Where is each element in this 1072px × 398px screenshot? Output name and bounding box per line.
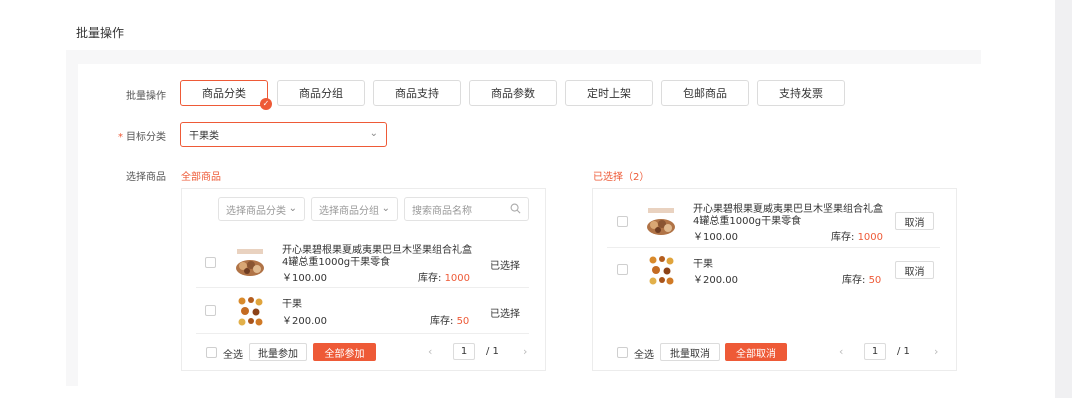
next-page-icon[interactable]: › <box>934 345 938 358</box>
selected-status: 已选择 <box>490 309 520 320</box>
select-all-label: 全选 <box>223 350 243 361</box>
op-tab-group[interactable]: 商品分组 <box>277 80 365 106</box>
prev-page-icon[interactable]: ‹ <box>839 345 843 358</box>
cancel-item-button[interactable]: 取消 <box>895 212 934 230</box>
product-thumbnail-nuts-giftbox <box>645 205 677 237</box>
product-thumbnail-nuts-giftbox <box>234 246 266 278</box>
op-tab-label: 商品支持 <box>395 87 439 100</box>
product-name: 干果 <box>693 259 713 270</box>
op-tab-label: 定时上架 <box>587 87 631 100</box>
check-icon: ✓ <box>260 98 272 110</box>
stock-value: 50 <box>456 316 470 327</box>
item-checkbox[interactable] <box>205 257 216 268</box>
product-stock: 库存: 50 <box>430 312 469 327</box>
prev-page-icon[interactable]: ‹ <box>428 345 432 358</box>
op-tab-label: 支持发票 <box>779 87 823 100</box>
op-tab-scheduled[interactable]: 定时上架 <box>565 80 653 106</box>
cancel-all-button[interactable]: 全部取消 <box>725 343 787 361</box>
op-tab-label: 商品分类 <box>202 87 246 100</box>
page-input[interactable]: 1 <box>453 343 475 360</box>
product-name: 干果 <box>282 299 302 310</box>
stock-label: 库存: <box>842 275 866 286</box>
product-price: ￥100.00 <box>282 273 327 284</box>
product-name: 开心果碧根果夏威夷果巴旦木坚果组合礼盒4罐总重1000g干果零食 <box>282 245 472 268</box>
product-price: ￥100.00 <box>693 232 738 243</box>
product-thumbnail-dried-fruit <box>645 254 677 286</box>
select-goods-label: 选择商品 <box>126 172 166 183</box>
batch-operation-label: 批量操作 <box>126 91 166 102</box>
chevron-down-icon: ⌄ <box>369 128 378 139</box>
stock-label: 库存: <box>831 232 855 243</box>
item-checkbox[interactable] <box>617 264 628 275</box>
cancel-item-button[interactable]: 取消 <box>895 261 934 279</box>
target-category-label: * 目标分类 <box>86 128 166 143</box>
required-mark: * <box>118 132 123 143</box>
op-tab-free-shipping[interactable]: 包邮商品 <box>661 80 749 106</box>
next-page-icon[interactable]: › <box>523 345 527 358</box>
product-stock: 库存: 50 <box>842 271 881 286</box>
product-price: ￥200.00 <box>693 275 738 286</box>
target-category-value: 干果类 <box>189 131 219 142</box>
select-all-checkbox[interactable] <box>206 347 217 358</box>
item-checkbox[interactable] <box>205 305 216 316</box>
filter-placeholder: 选择商品分类 <box>226 205 286 217</box>
filter-placeholder: 选择商品分组 <box>319 205 379 217</box>
page-total: / 1 <box>897 346 910 357</box>
page-input[interactable]: 1 <box>864 343 886 360</box>
all-goods-title: 全部商品 <box>181 172 221 183</box>
product-stock: 库存: 1000 <box>418 269 470 284</box>
selected-goods-title: 已选择（2） <box>593 172 650 183</box>
stock-label: 库存: <box>430 316 454 327</box>
search-placeholder: 搜索商品名称 <box>412 205 472 217</box>
stock-value: 50 <box>868 275 882 286</box>
op-tab-category[interactable]: 商品分类 ✓ <box>180 80 272 110</box>
op-tab-invoice[interactable]: 支持发票 <box>757 80 845 106</box>
op-tab-support[interactable]: 商品支持 <box>373 80 461 106</box>
target-category-select[interactable]: 干果类 ⌄ <box>180 122 387 147</box>
row-divider <box>196 287 529 288</box>
goods-category-filter[interactable]: 选择商品分类 ⌄ <box>218 197 305 221</box>
selected-status: 已选择 <box>490 261 520 272</box>
search-icon <box>510 203 521 214</box>
product-name: 开心果碧根果夏威夷果巴旦木坚果组合礼盒4罐总重1000g干果零食 <box>693 204 883 227</box>
goods-search-input[interactable]: 搜索商品名称 <box>404 197 529 221</box>
chevron-down-icon: ⌄ <box>288 203 297 214</box>
select-all-checkbox[interactable] <box>617 347 628 358</box>
product-price: ￥200.00 <box>282 316 327 327</box>
op-tab-params[interactable]: 商品参数 <box>469 80 557 106</box>
stock-value: 1000 <box>857 232 884 243</box>
op-tab-label: 包邮商品 <box>683 87 727 100</box>
right-scroll-gutter <box>1055 0 1072 398</box>
target-category-text: 目标分类 <box>126 132 166 143</box>
select-all-label: 全选 <box>634 350 654 361</box>
op-tab-label: 商品参数 <box>491 87 535 100</box>
op-tab-label: 商品分组 <box>299 87 343 100</box>
add-all-button[interactable]: 全部参加 <box>313 343 376 361</box>
batch-add-button[interactable]: 批量参加 <box>249 343 307 361</box>
goods-group-filter[interactable]: 选择商品分组 ⌄ <box>311 197 398 221</box>
page-title: 批量操作 <box>76 26 125 40</box>
item-checkbox[interactable] <box>617 216 628 227</box>
product-thumbnail-dried-fruit <box>234 295 266 327</box>
row-divider <box>196 333 529 334</box>
product-stock: 库存: 1000 <box>831 228 883 243</box>
chevron-down-icon: ⌄ <box>381 203 390 214</box>
stock-label: 库存: <box>418 273 442 284</box>
batch-cancel-button[interactable]: 批量取消 <box>660 343 720 361</box>
stock-value: 1000 <box>444 273 471 284</box>
row-divider <box>607 247 940 248</box>
page-total: / 1 <box>486 346 499 357</box>
